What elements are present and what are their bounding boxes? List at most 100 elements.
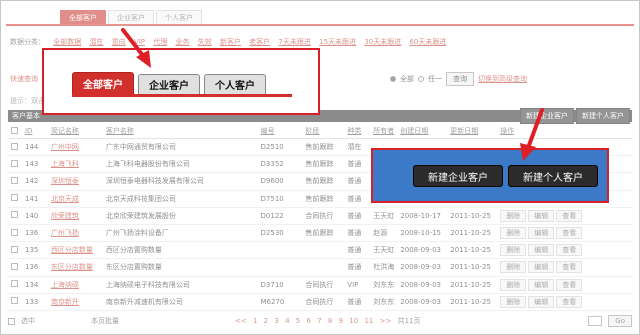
radio-any[interactable] xyxy=(418,76,424,82)
row-checkbox[interactable] xyxy=(8,155,22,174)
delete-button[interactable]: 删除 xyxy=(500,261,527,274)
col-type[interactable]: 种类 xyxy=(344,124,371,139)
edit-button[interactable]: 编辑 xyxy=(528,244,555,257)
delete-button[interactable]: 删除 xyxy=(500,278,527,291)
cell-short-name[interactable]: 东区分店数量 xyxy=(47,258,103,277)
row-checkbox[interactable] xyxy=(8,293,22,311)
select-all-checkbox[interactable] xyxy=(8,124,22,139)
cell-short-name[interactable]: 深圳恒泰 xyxy=(47,172,103,191)
filter-item[interactable]: 全部数据 xyxy=(53,38,81,46)
tab-all-customers[interactable]: 全部客户 xyxy=(60,10,106,24)
cell-short-name[interactable]: 欣荣建筑 xyxy=(47,207,103,225)
edit-button[interactable]: 编辑 xyxy=(528,209,555,222)
edit-button[interactable]: 编辑 xyxy=(528,278,555,291)
radio-all[interactable] xyxy=(390,76,396,82)
table-row[interactable]: 134 上海纳硕 上海纳硕电子科技有限公司 D3710 合同执行 VIP 刘东东 2008-0… xyxy=(8,276,632,294)
filter-item[interactable]: 业务 xyxy=(175,38,189,46)
delete-button[interactable]: 删除 xyxy=(500,295,527,308)
delete-button[interactable]: 删除 xyxy=(500,227,527,240)
page-link[interactable]: 11 xyxy=(364,317,373,325)
filter-item[interactable]: 60天未跟进 xyxy=(409,38,446,46)
query-button[interactable]: 查询 xyxy=(446,72,474,86)
callout-new-individual-button[interactable]: 新建个人客户 xyxy=(508,165,598,187)
callout-tab-all[interactable]: 全部客户 xyxy=(72,72,134,94)
page-link[interactable]: 9 xyxy=(339,317,343,325)
page-input[interactable] xyxy=(588,316,603,326)
tab-individual-customers[interactable]: 个人客户 xyxy=(156,10,202,24)
short-name-link[interactable]: 深圳恒泰 xyxy=(51,177,79,185)
page-link[interactable]: 7 xyxy=(317,317,321,325)
filter-item[interactable]: 新客户 xyxy=(220,38,241,46)
row-checkbox[interactable] xyxy=(8,258,22,277)
callout-tab-individual[interactable]: 个人客户 xyxy=(204,74,266,94)
cell-short-name[interactable]: 西区分店数量 xyxy=(47,241,103,260)
col-created[interactable]: 创建日期 xyxy=(397,124,448,139)
table-row[interactable]: 135 西区分店数量 西区分店置购数量 普通 王天虹 2008-09-03 2011-10-… xyxy=(8,241,632,260)
col-short-name[interactable]: 简记名称 xyxy=(47,124,103,139)
row-checkbox[interactable] xyxy=(8,190,22,208)
col-updated[interactable]: 更新日期 xyxy=(447,124,498,139)
page-link[interactable]: 2 xyxy=(264,317,268,325)
view-button[interactable]: 查看 xyxy=(556,209,583,222)
cell-short-name[interactable]: 广州中网 xyxy=(47,138,103,157)
cell-short-name[interactable]: 上海纳硕 xyxy=(47,276,103,294)
row-checkbox[interactable] xyxy=(8,224,22,243)
page-link[interactable]: 5 xyxy=(296,317,300,325)
delete-button[interactable]: 删除 xyxy=(500,244,527,257)
page-link[interactable]: 1 xyxy=(253,317,257,325)
filter-item[interactable]: 30天未跟进 xyxy=(364,38,401,46)
short-name-link[interactable]: 广州飞扬 xyxy=(51,229,79,237)
col-customer-name[interactable]: 客户名称 xyxy=(102,124,258,139)
short-name-link[interactable]: 西区分店数量 xyxy=(51,246,93,254)
short-name-link[interactable]: 欣荣建筑 xyxy=(51,212,79,220)
view-button[interactable]: 查看 xyxy=(556,295,583,308)
view-button[interactable]: 查看 xyxy=(556,244,583,257)
short-name-link[interactable]: 上海纳硕 xyxy=(51,281,79,289)
new-individual-customer-button[interactable]: 新建个人客户 xyxy=(576,108,630,124)
view-button[interactable]: 查看 xyxy=(556,278,583,291)
view-button[interactable]: 查看 xyxy=(556,227,583,240)
row-checkbox[interactable] xyxy=(8,207,22,225)
page-link[interactable]: 3 xyxy=(274,317,278,325)
row-checkbox[interactable] xyxy=(8,172,22,191)
table-row[interactable]: 136 东区分店数量 东区分店置购数量 普通 杜洪海 2008-09-03 2011-10-… xyxy=(8,258,632,277)
page-first[interactable]: << xyxy=(235,317,247,325)
table-row[interactable]: 136 广州飞扬 广州飞扬涂料设备厂 D2530 售前跟踪 普通 赵源 2008-10-15 2… xyxy=(8,224,632,243)
filter-item[interactable]: 失效 xyxy=(198,38,212,46)
col-stage[interactable]: 阶段 xyxy=(302,124,345,139)
col-code[interactable]: 编号 xyxy=(257,124,303,139)
filter-item[interactable]: 7天未跟进 xyxy=(278,38,310,46)
edit-button[interactable]: 编辑 xyxy=(528,227,555,240)
table-row[interactable]: 140 欣荣建筑 北京欣荣建筑发展股份 D0122 合同执行 普通 王天虹 2008-10-1… xyxy=(8,207,632,225)
short-name-link[interactable]: 上海飞科 xyxy=(51,160,79,168)
short-name-link[interactable]: 东区分店数量 xyxy=(51,263,93,271)
advanced-search-link[interactable]: 切换到高级查询 xyxy=(478,74,527,84)
page-last[interactable]: >> xyxy=(380,317,392,325)
go-button[interactable]: Go xyxy=(608,315,632,327)
short-name-link[interactable]: 广州中网 xyxy=(51,143,79,151)
cell-short-name[interactable]: 北京天成 xyxy=(47,190,103,208)
page-link[interactable]: 10 xyxy=(349,317,358,325)
edit-button[interactable]: 编辑 xyxy=(528,261,555,274)
view-button[interactable]: 查看 xyxy=(556,261,583,274)
cell-short-name[interactable]: 南京新升 xyxy=(47,293,103,311)
short-name-link[interactable]: 南京新升 xyxy=(51,298,79,306)
cell-short-name[interactable]: 上海飞科 xyxy=(47,155,103,174)
filter-item[interactable]: 老客户 xyxy=(249,38,270,46)
page-link[interactable]: 6 xyxy=(306,317,310,325)
filter-item[interactable]: 潜在 xyxy=(89,38,103,46)
short-name-link[interactable]: 北京天成 xyxy=(51,195,79,203)
col-owner[interactable]: 所有者 xyxy=(370,124,398,139)
row-checkbox[interactable] xyxy=(8,276,22,294)
edit-button[interactable]: 编辑 xyxy=(528,295,555,308)
callout-new-enterprise-button[interactable]: 新建企业客户 xyxy=(413,165,503,187)
cell-short-name[interactable]: 广州飞扬 xyxy=(47,224,103,243)
delete-button[interactable]: 删除 xyxy=(500,209,527,222)
footer-select-checkbox[interactable] xyxy=(8,317,15,325)
col-id[interactable]: ID xyxy=(21,124,48,139)
table-row[interactable]: 133 南京新升 南京新升减速机有限公司 M6270 合同执行 普通 刘东东 2008-09-… xyxy=(8,293,632,311)
page-link[interactable]: 8 xyxy=(328,317,332,325)
row-checkbox[interactable] xyxy=(8,241,22,260)
filter-item[interactable]: 15天未跟进 xyxy=(319,38,356,46)
tab-enterprise-customers[interactable]: 企业客户 xyxy=(108,10,154,24)
